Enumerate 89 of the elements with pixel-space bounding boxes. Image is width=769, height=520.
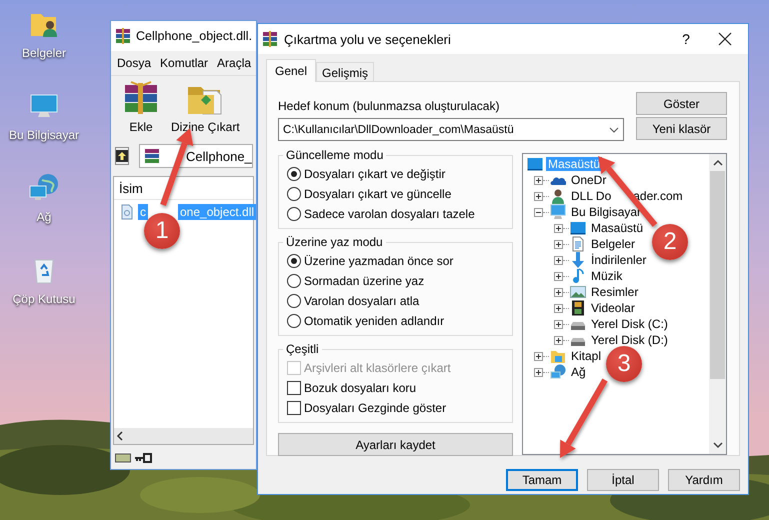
- expand-toggle[interactable]: [554, 240, 563, 248]
- radio-button[interactable]: [287, 314, 301, 328]
- tab[interactable]: Gelişmiş: [316, 62, 374, 81]
- folder-tree-item[interactable]: Kitapl: [569, 349, 604, 363]
- option-label: Varolan dosyaları atla: [304, 294, 420, 308]
- expand-toggle[interactable]: [534, 192, 543, 200]
- expand-toggle[interactable]: [534, 368, 543, 376]
- collapse-toggle[interactable]: [534, 208, 543, 216]
- option-label: Otomatik yeniden adlandır: [304, 314, 444, 328]
- dialog-button[interactable]: Tamam: [506, 469, 578, 491]
- expand-toggle[interactable]: [534, 352, 543, 360]
- option-label: Sormadan üzerine yaz: [304, 274, 424, 288]
- toolbar-button[interactable]: Dizine Çıkart: [169, 78, 242, 138]
- radio-button[interactable]: [287, 206, 301, 220]
- expand-toggle[interactable]: [554, 256, 563, 264]
- expand-toggle[interactable]: [554, 224, 563, 232]
- tab[interactable]: Genel: [266, 59, 316, 82]
- folder-tree-item[interactable]: OneDr: [569, 173, 608, 187]
- menu-item[interactable]: Komutlar: [160, 56, 208, 70]
- scrollbar-thumb[interactable]: [710, 171, 725, 379]
- monitor-icon: [527, 156, 543, 172]
- folder-tree-item[interactable]: DLL Do: [569, 189, 614, 203]
- option-label: Dosyaları çıkart ve değiştir: [304, 166, 446, 180]
- file-icon: [119, 204, 135, 220]
- window-title: Cellphone_object.dll.: [136, 29, 252, 43]
- folder-tree-item[interactable]: Bu Bilgisayar: [569, 205, 644, 219]
- folder-tree-item[interactable]: Videolar: [589, 301, 637, 315]
- help-button[interactable]: ?: [666, 31, 706, 47]
- download-arrow-icon: [570, 252, 586, 268]
- globe-monitor-icon: [550, 364, 566, 380]
- address-field[interactable]: Cellphone_: [139, 144, 253, 168]
- expand-toggle[interactable]: [554, 336, 563, 344]
- checkbox[interactable]: [287, 400, 301, 414]
- dialog-button[interactable]: Yardım: [668, 469, 740, 491]
- radio-button[interactable]: [287, 166, 301, 180]
- up-folder-button[interactable]: [115, 147, 129, 165]
- column-header[interactable]: İsim: [119, 180, 143, 196]
- folder-tree-item[interactable]: Yerel Disk (C:): [589, 317, 670, 331]
- option-label: Dosyaları çıkart ve güncelle: [304, 186, 452, 200]
- option-label: Sadece varolan dosyaları tazele: [304, 206, 475, 220]
- folder-tree-item[interactable]: Müzik: [589, 269, 624, 283]
- books-icon: [115, 28, 131, 44]
- window-title: Çıkartma yolu ve seçenekleri: [284, 32, 451, 46]
- landscape-icon: [570, 284, 586, 300]
- menu-item[interactable]: Dosya: [117, 56, 152, 70]
- option-label: Dosyaları Gezginde göster: [304, 400, 446, 414]
- folder-tree-item[interactable]: Belgeler: [589, 237, 638, 251]
- folder-tree-item[interactable]: Masaüstü: [589, 221, 646, 235]
- books-icon: [262, 31, 278, 47]
- expand-toggle[interactable]: [534, 176, 543, 184]
- destination-combo-box[interactable]: C:\Kullanıcılar\DllDownloader_com\Masaüstü: [278, 118, 624, 141]
- key-icon: [134, 452, 152, 464]
- dialog-button[interactable]: Göster: [636, 92, 727, 115]
- document-icon: [570, 236, 586, 252]
- user-icon: [550, 188, 566, 204]
- radio-button[interactable]: [287, 186, 301, 200]
- expand-toggle[interactable]: [554, 320, 563, 328]
- group-title: Üzerine yaz modu: [283, 235, 386, 249]
- folder-tree-item[interactable]: Ağ: [569, 365, 588, 379]
- checkbox[interactable]: [287, 380, 301, 394]
- dialog-button[interactable]: İptal: [587, 469, 659, 491]
- folder-icon: [550, 348, 566, 364]
- expand-toggle[interactable]: [554, 304, 563, 312]
- menu-item[interactable]: Araçla: [217, 56, 252, 70]
- close-icon[interactable]: [718, 32, 732, 46]
- monitor-icon: [550, 204, 566, 220]
- radio-button[interactable]: [287, 254, 301, 268]
- drive-icon: [115, 452, 131, 464]
- expand-toggle[interactable]: [554, 288, 563, 296]
- group-title: Çeşitli: [283, 342, 322, 356]
- toolbar-button[interactable]: Ekle: [119, 78, 163, 138]
- option-label: Bozuk dosyaları koru: [304, 380, 416, 394]
- save-settings-button[interactable]: Ayarları kaydet: [278, 433, 513, 456]
- monitor-icon: [570, 220, 586, 236]
- folder-tree-item[interactable]: Yerel Disk (D:): [589, 333, 670, 347]
- field-label: Hedef konum (bulunmazsa oluşturulacak): [278, 99, 500, 113]
- group-title: Güncelleme modu: [283, 148, 386, 162]
- film-strip-icon: [570, 300, 586, 316]
- option-label: Üzerine yazmadan önce sor: [304, 254, 454, 268]
- folder-tree-item[interactable]: İndirilenler: [589, 253, 648, 267]
- dialog-button[interactable]: Yeni klasör: [636, 117, 727, 140]
- books-icon: [144, 148, 160, 164]
- music-note-icon: [570, 268, 586, 284]
- option-label: Arşivleri alt klasörlere çıkart: [304, 360, 451, 374]
- folder-tree-item[interactable]: Resimler: [589, 285, 640, 299]
- radio-button[interactable]: [287, 274, 301, 288]
- radio-button[interactable]: [287, 294, 301, 308]
- expand-toggle[interactable]: [554, 272, 563, 280]
- folder-tree-item[interactable]: ader.com: [633, 189, 683, 203]
